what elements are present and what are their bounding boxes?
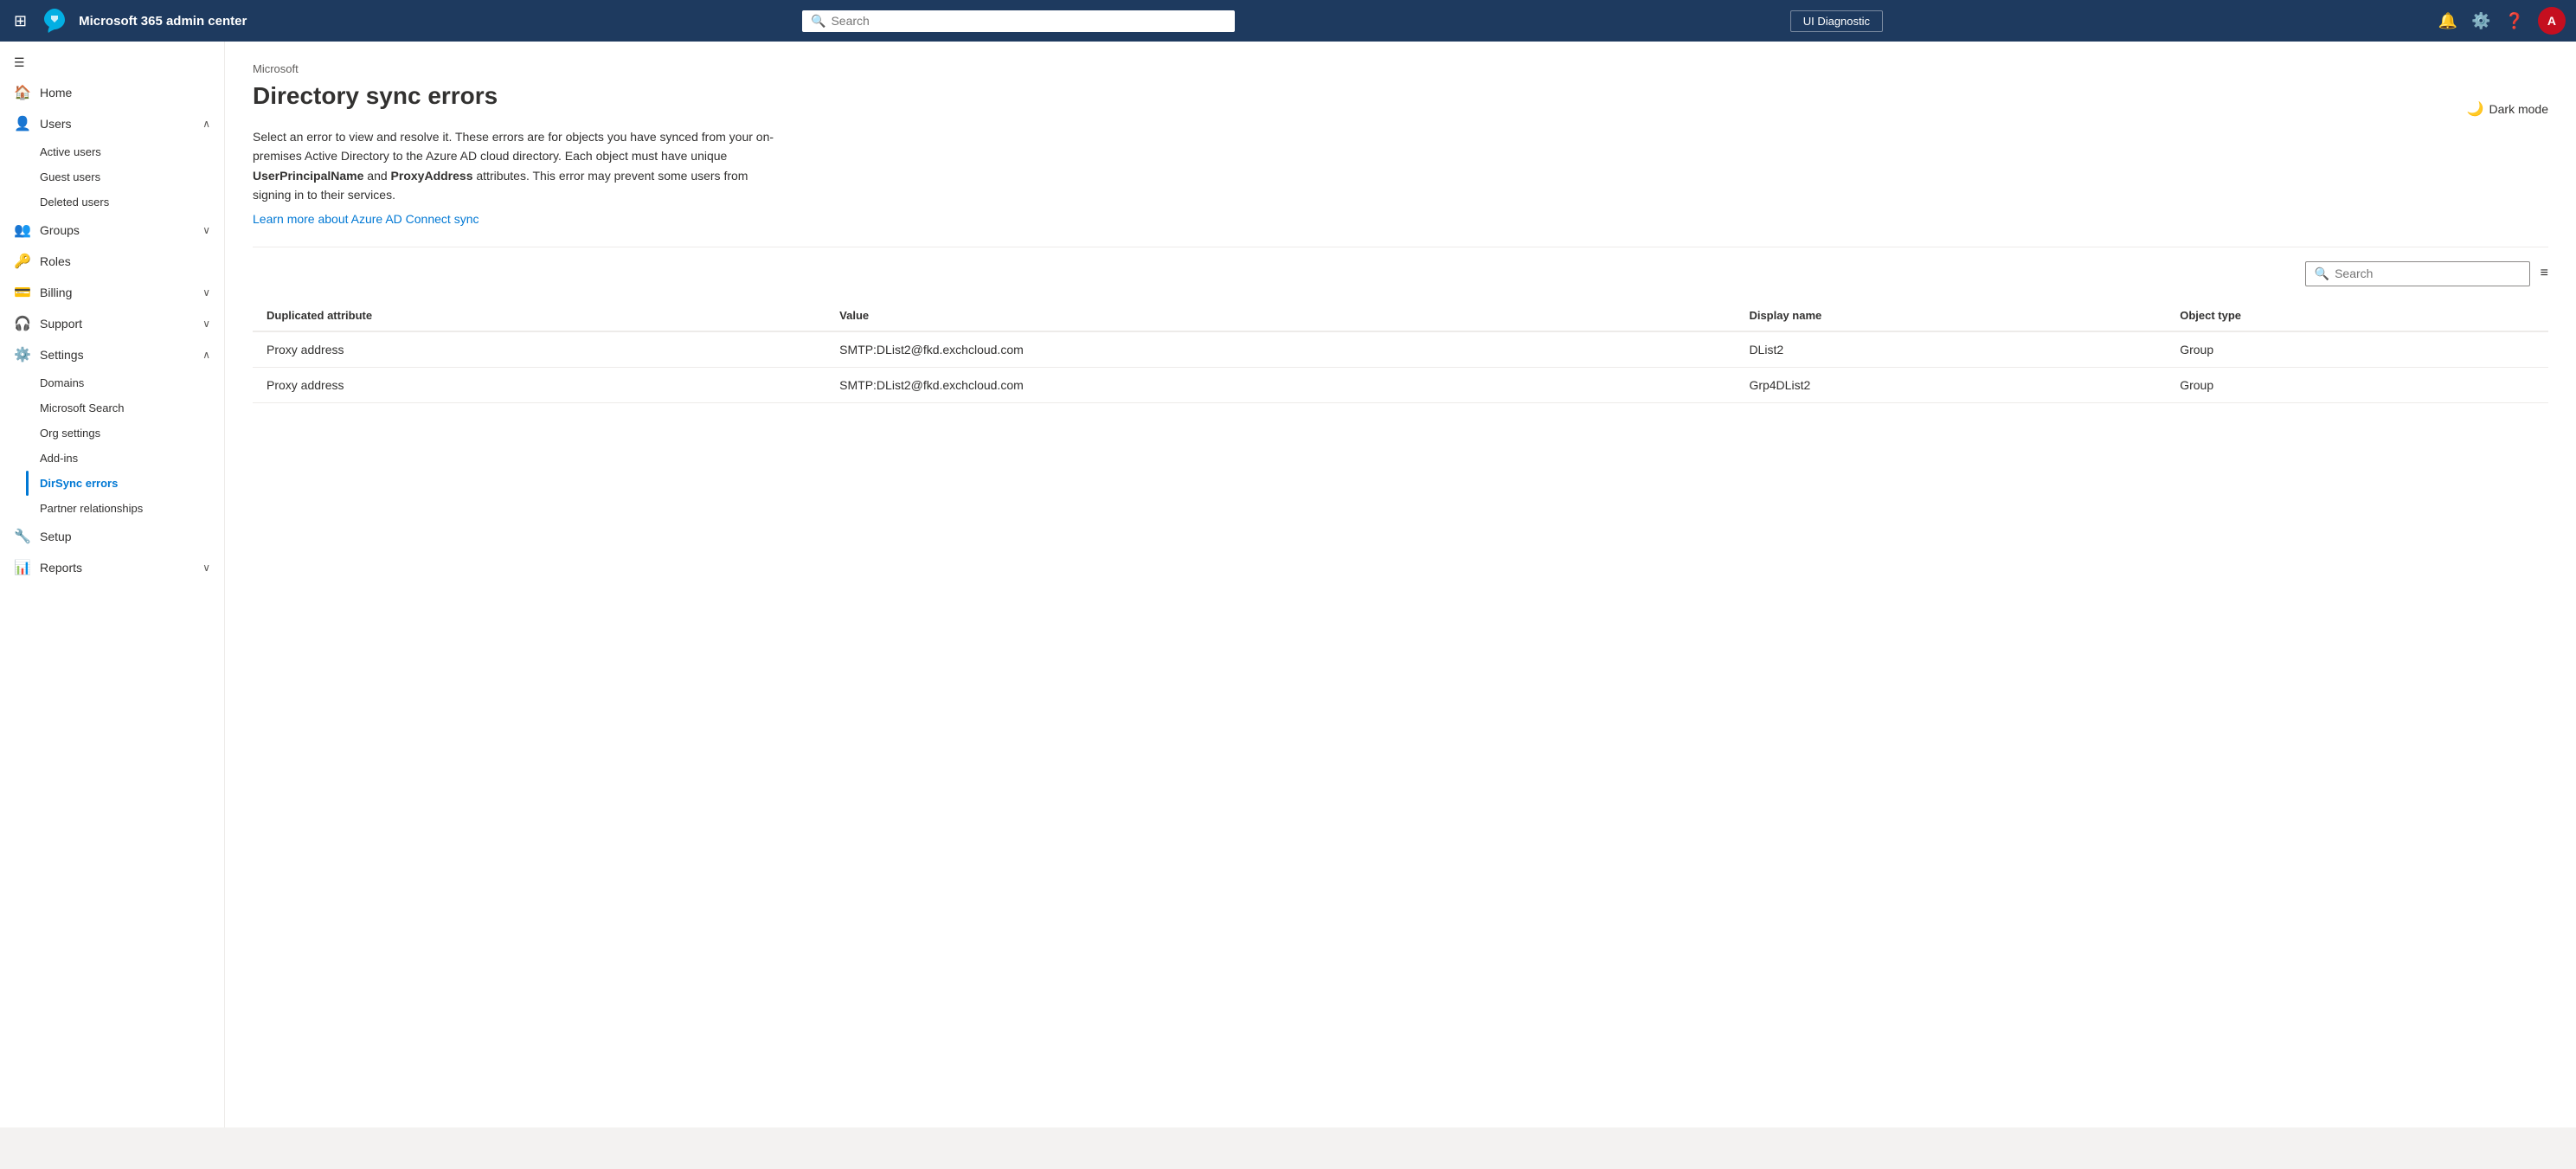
grid-menu-icon[interactable]: ⊞ — [10, 9, 30, 34]
sidebar-home-label: Home — [40, 86, 210, 100]
users-icon: 👤 — [14, 115, 31, 132]
sidebar-sub-guest-users[interactable]: Guest users — [0, 164, 224, 189]
billing-chevron-icon: ∨ — [202, 286, 210, 299]
top-nav-icons: 🔔 ⚙️ ❓ A — [2438, 7, 2566, 35]
settings-icon[interactable]: ⚙️ — [2471, 12, 2490, 30]
learn-more-link[interactable]: Learn more about Azure AD Connect sync — [253, 212, 479, 226]
table-row[interactable]: Proxy addressSMTP:DList2@fkd.exchcloud.c… — [253, 331, 2548, 368]
sidebar-sub-org-settings[interactable]: Org settings — [0, 421, 224, 446]
settings-nav-icon: ⚙️ — [14, 346, 31, 363]
cell-value: SMTP:DList2@fkd.exchcloud.com — [825, 367, 1735, 402]
page-description: Select an error to view and resolve it. … — [253, 127, 789, 205]
sidebar-users-label: Users — [40, 117, 194, 131]
sidebar-support-label: Support — [40, 317, 194, 331]
sidebar-sub-active-users[interactable]: Active users — [0, 139, 224, 164]
app-logo — [41, 7, 68, 35]
sidebar-setup-label: Setup — [40, 530, 210, 543]
cell-display-name: Grp4DList2 — [1735, 367, 2166, 402]
col-header-value: Value — [825, 300, 1735, 331]
table-header-row: Duplicated attribute Value Display name … — [253, 300, 2548, 331]
sidebar: ☰ 🏠 Home 👤 Users ∧ Active users Guest us… — [0, 42, 225, 1127]
cell-display-name: DList2 — [1735, 331, 2166, 368]
description-middle-text: and — [363, 169, 390, 183]
sidebar-sub-domains[interactable]: Domains — [0, 370, 224, 395]
breadcrumb: Microsoft — [253, 62, 2548, 75]
support-chevron-icon: ∨ — [202, 318, 210, 330]
sidebar-item-billing[interactable]: 💳 Billing ∨ — [0, 277, 224, 308]
top-nav: ⊞ Microsoft 365 admin center 🔍 UI Diagno… — [0, 0, 2576, 42]
sidebar-collapse-toggle[interactable]: ☰ — [0, 48, 224, 77]
col-header-duplicated-attribute: Duplicated attribute — [253, 300, 825, 331]
sidebar-sub-partner-relationships[interactable]: Partner relationships — [0, 496, 224, 521]
table-row[interactable]: Proxy addressSMTP:DList2@fkd.exchcloud.c… — [253, 367, 2548, 402]
sidebar-sub-microsoft-search[interactable]: Microsoft Search — [0, 395, 224, 421]
col-header-display-name: Display name — [1735, 300, 2166, 331]
sidebar-item-users[interactable]: 👤 Users ∧ — [0, 108, 224, 139]
search-icon: 🔍 — [811, 14, 825, 29]
dark-mode-icon: 🌙 — [2467, 100, 2484, 118]
col-header-object-type: Object type — [2166, 300, 2548, 331]
sidebar-sub-deleted-users[interactable]: Deleted users — [0, 189, 224, 215]
search-input[interactable] — [831, 14, 1226, 28]
page-title: Directory sync errors — [253, 82, 2548, 110]
sidebar-groups-label: Groups — [40, 223, 194, 237]
table-search-icon: 🔍 — [2315, 267, 2329, 281]
cell-duplicated-attribute: Proxy address — [253, 331, 825, 368]
description-text-start: Select an error to view and resolve it. … — [253, 130, 774, 163]
sidebar-sub-dirsync-errors[interactable]: DirSync errors — [0, 471, 224, 496]
cell-value: SMTP:DList2@fkd.exchcloud.com — [825, 331, 1735, 368]
cell-duplicated-attribute: Proxy address — [253, 367, 825, 402]
notifications-icon[interactable]: 🔔 — [2438, 12, 2457, 30]
hamburger-icon: ☰ — [14, 55, 25, 70]
sidebar-roles-label: Roles — [40, 254, 210, 268]
sidebar-item-support[interactable]: 🎧 Support ∨ — [0, 308, 224, 339]
help-icon[interactable]: ❓ — [2505, 12, 2524, 30]
top-search-box[interactable]: 🔍 — [802, 10, 1235, 32]
users-submenu: Active users Guest users Deleted users — [0, 139, 224, 215]
bold-text-1: UserPrincipalName — [253, 169, 363, 183]
settings-chevron-icon: ∧ — [202, 349, 210, 361]
avatar[interactable]: A — [2538, 7, 2566, 35]
table-search-box[interactable]: 🔍 — [2305, 261, 2530, 286]
reports-chevron-icon: ∨ — [202, 562, 210, 574]
groups-chevron-icon: ∨ — [202, 224, 210, 236]
sidebar-sub-add-ins[interactable]: Add-ins — [0, 446, 224, 471]
settings-submenu: Domains Microsoft Search Org settings Ad… — [0, 370, 224, 521]
users-chevron-icon: ∧ — [202, 118, 210, 130]
table-toolbar: 🔍 ≡ — [253, 261, 2548, 286]
sidebar-reports-label: Reports — [40, 561, 194, 575]
sidebar-item-home[interactable]: 🏠 Home — [0, 77, 224, 108]
main-content: 🌙 Dark mode Microsoft Directory sync err… — [225, 42, 2576, 1127]
table-body: Proxy addressSMTP:DList2@fkd.exchcloud.c… — [253, 331, 2548, 403]
cell-object-type: Group — [2166, 367, 2548, 402]
groups-icon: 👥 — [14, 222, 31, 239]
bold-text-2: ProxyAddress — [391, 169, 473, 183]
table-search-input[interactable] — [2335, 267, 2521, 280]
sidebar-item-groups[interactable]: 👥 Groups ∨ — [0, 215, 224, 246]
sidebar-item-roles[interactable]: 🔑 Roles — [0, 246, 224, 277]
reports-icon: 📊 — [14, 559, 31, 576]
ui-diagnostic-button[interactable]: UI Diagnostic — [1790, 10, 1883, 32]
setup-icon: 🔧 — [14, 528, 31, 545]
sidebar-settings-label: Settings — [40, 348, 194, 362]
sidebar-item-settings[interactable]: ⚙️ Settings ∧ — [0, 339, 224, 370]
sidebar-item-setup[interactable]: 🔧 Setup — [0, 521, 224, 552]
cell-object-type: Group — [2166, 331, 2548, 368]
data-table: Duplicated attribute Value Display name … — [253, 300, 2548, 403]
app-title: Microsoft 365 admin center — [79, 14, 247, 29]
home-icon: 🏠 — [14, 84, 31, 101]
filter-icon[interactable]: ≡ — [2541, 266, 2548, 281]
billing-icon: 💳 — [14, 284, 31, 301]
roles-icon: 🔑 — [14, 253, 31, 270]
sidebar-item-reports[interactable]: 📊 Reports ∨ — [0, 552, 224, 583]
sidebar-billing-label: Billing — [40, 286, 194, 299]
dark-mode-label: Dark mode — [2489, 102, 2548, 116]
support-icon: 🎧 — [14, 315, 31, 332]
dark-mode-toggle[interactable]: 🌙 Dark mode — [2467, 100, 2548, 118]
